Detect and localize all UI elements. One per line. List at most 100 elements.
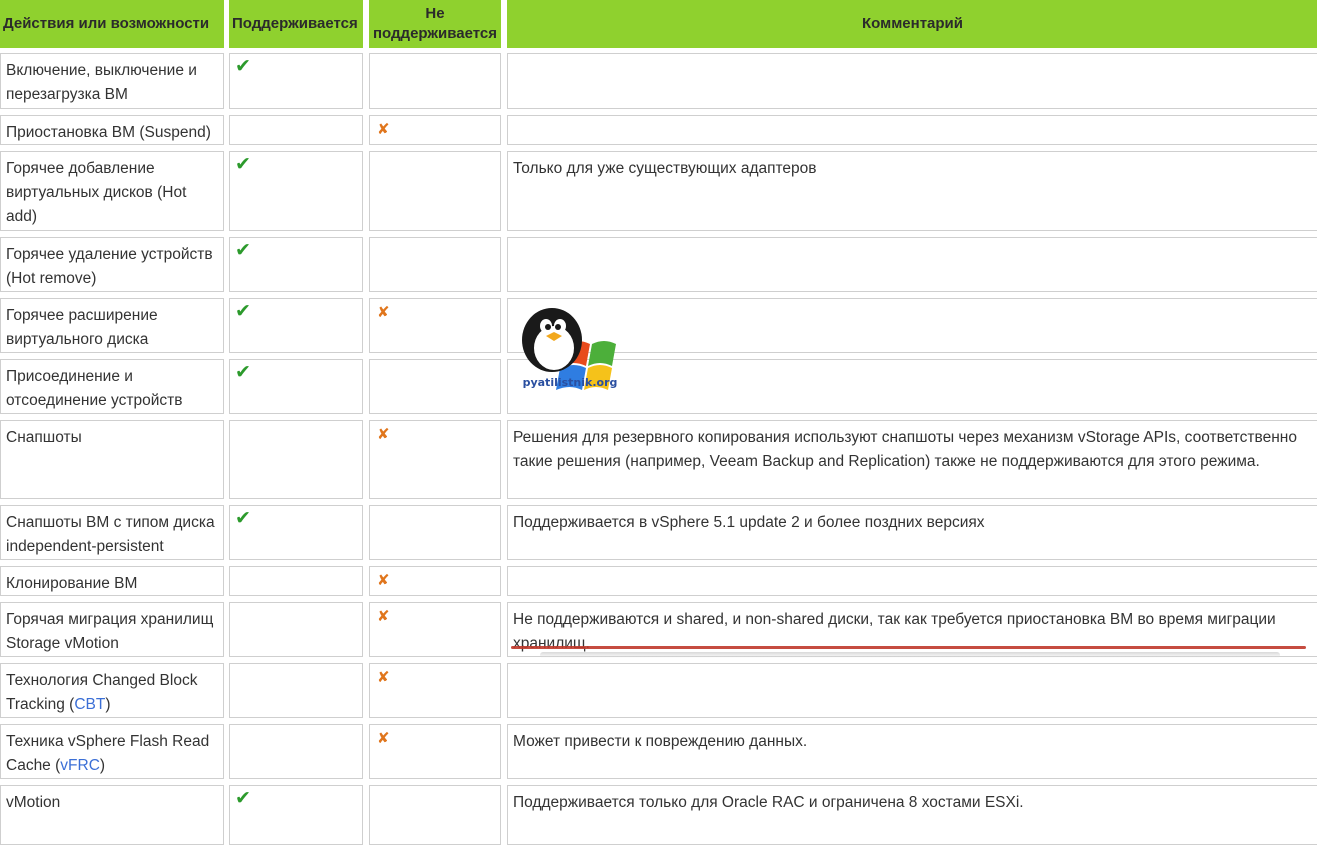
action-cell: Снапшоты: [0, 420, 224, 499]
action-text: Присоединение и отсоединение устройств: [6, 368, 183, 409]
action-text: Снапшоты: [6, 429, 82, 446]
cross-icon: ✘: [377, 730, 390, 747]
not-supported-cell: [369, 237, 501, 292]
supported-cell: ✔: [229, 785, 363, 845]
not-supported-cell: ✘: [369, 115, 501, 145]
header-not-supported-line2: поддерживается: [373, 25, 497, 42]
action-suffix: ): [105, 696, 111, 713]
supported-cell: [229, 115, 363, 145]
comment-text: Может привести к повреждению данных.: [513, 733, 808, 750]
cross-icon: ✘: [377, 426, 390, 443]
not-supported-cell: [369, 785, 501, 845]
action-cell: Включение, выключение и перезагрузка ВМ: [0, 53, 224, 109]
comment-text: Решения для резервного копирования испол…: [513, 429, 1297, 470]
supported-cell: [229, 566, 363, 596]
comment-cell: [507, 115, 1317, 145]
action-text: Снапшоты ВМ с типом диска independent-pe…: [6, 514, 215, 555]
underline-shadow: [540, 652, 1280, 658]
not-supported-cell: [369, 53, 501, 109]
comment-cell: Поддерживается только для Oracle RAC и о…: [507, 785, 1317, 845]
not-supported-cell: ✘: [369, 724, 501, 779]
header-comment: Комментарий: [507, 0, 1317, 48]
action-link[interactable]: CBT: [74, 696, 105, 713]
watermark-logo: pyatilistnik.org: [518, 304, 622, 404]
comment-cell: [507, 566, 1317, 596]
supported-cell: ✔: [229, 237, 363, 292]
comment-text: Только для уже существующих адаптеров: [513, 160, 817, 177]
action-cell: Приостановка ВМ (Suspend): [0, 115, 224, 145]
action-cell: Горячее расширение виртуального диска: [0, 298, 224, 353]
comment-cell: [507, 663, 1317, 718]
comment-cell: [507, 237, 1317, 292]
header-supported-label: Поддерживается: [232, 15, 358, 32]
penguin-windows-logo-icon: [522, 308, 616, 390]
check-icon: ✔: [235, 301, 251, 322]
action-text: Включение, выключение и перезагрузка ВМ: [6, 62, 197, 103]
red-underline: [511, 646, 1306, 649]
action-cell: Техника vSphere Flash Read Cache (vFRC): [0, 724, 224, 779]
action-cell: Снапшоты ВМ с типом диска independent-pe…: [0, 505, 224, 560]
action-text: Горячее добавление виртуальных дисков (H…: [6, 160, 187, 225]
supported-cell: ✔: [229, 359, 363, 414]
check-icon: ✔: [235, 56, 251, 77]
cross-icon: ✘: [377, 572, 390, 589]
comment-cell: Поддерживается в vSphere 5.1 update 2 и …: [507, 505, 1317, 560]
not-supported-cell: ✘: [369, 298, 501, 353]
comment-cell: Решения для резервного копирования испол…: [507, 420, 1317, 499]
check-icon: ✔: [235, 240, 251, 261]
cross-icon: ✘: [377, 304, 390, 321]
cross-icon: ✘: [377, 669, 390, 686]
not-supported-cell: ✘: [369, 566, 501, 596]
supported-cell: [229, 663, 363, 718]
comment-cell: Может привести к повреждению данных.: [507, 724, 1317, 779]
action-suffix: ): [99, 757, 106, 774]
comment-text: Поддерживается только для Oracle RAC и о…: [513, 794, 1024, 811]
action-cell: Горячая миграция хранилищ Storage vMotio…: [0, 602, 224, 657]
action-text: vMotion: [6, 794, 61, 811]
supported-cell: ✔: [229, 53, 363, 109]
supported-cell: ✔: [229, 505, 363, 560]
supported-cell: [229, 420, 363, 499]
header-actions-label: Действия или возможности: [3, 15, 210, 32]
check-icon: ✔: [235, 788, 251, 809]
supported-cell: ✔: [229, 298, 363, 353]
comment-cell: Только для уже существующих адаптеров: [507, 151, 1317, 231]
comment-text: Поддерживается в vSphere 5.1 update 2 и …: [513, 514, 985, 531]
cross-icon: ✘: [377, 608, 390, 625]
supported-cell: [229, 724, 363, 779]
not-supported-cell: ✘: [369, 420, 501, 499]
check-icon: ✔: [235, 362, 251, 383]
action-link[interactable]: vFRC: [60, 757, 100, 774]
action-text: Горячее удаление устройств (Hot remove): [6, 246, 213, 287]
not-supported-cell: [369, 359, 501, 414]
action-cell: Горячее добавление виртуальных дисков (H…: [0, 151, 224, 231]
comment-cell: [507, 298, 1317, 353]
not-supported-cell: [369, 151, 501, 231]
header-not-supported: Не поддерживается: [369, 0, 501, 48]
action-cell: Клонирование ВМ: [0, 566, 224, 596]
comment-cell: [507, 359, 1317, 414]
header-not-supported-line1: Не: [425, 5, 445, 22]
not-supported-cell: ✘: [369, 602, 501, 657]
action-text: Горячая миграция хранилищ Storage vMotio…: [6, 611, 214, 652]
header-supported: Поддерживается: [229, 0, 363, 48]
action-cell: Присоединение и отсоединение устройств: [0, 359, 224, 414]
supported-cell: ✔: [229, 151, 363, 231]
check-icon: ✔: [235, 508, 251, 529]
watermark-text: pyatilistnik.org: [522, 376, 618, 389]
comment-cell: [507, 53, 1317, 109]
action-cell: Технология Changed Block Tracking (CBT): [0, 663, 224, 718]
feature-support-table: Действия или возможности Поддерживается Не…: [0, 0, 1317, 845]
action-text: Горячее расширение виртуального диска: [6, 307, 158, 348]
action-cell: Горячее удаление устройств (Hot remove): [0, 237, 224, 292]
cross-icon: ✘: [377, 121, 390, 138]
header-comment-label: Комментарий: [861, 15, 963, 32]
supported-cell: [229, 602, 363, 657]
action-text: Техника vSphere Flash Read Cache (: [6, 733, 210, 774]
action-cell: vMotion: [0, 785, 224, 845]
not-supported-cell: [369, 505, 501, 560]
header-actions: Действия или возможности: [0, 0, 224, 48]
action-text: Приостановка ВМ (Suspend): [6, 124, 211, 141]
not-supported-cell: ✘: [369, 663, 501, 718]
check-icon: ✔: [235, 154, 251, 175]
